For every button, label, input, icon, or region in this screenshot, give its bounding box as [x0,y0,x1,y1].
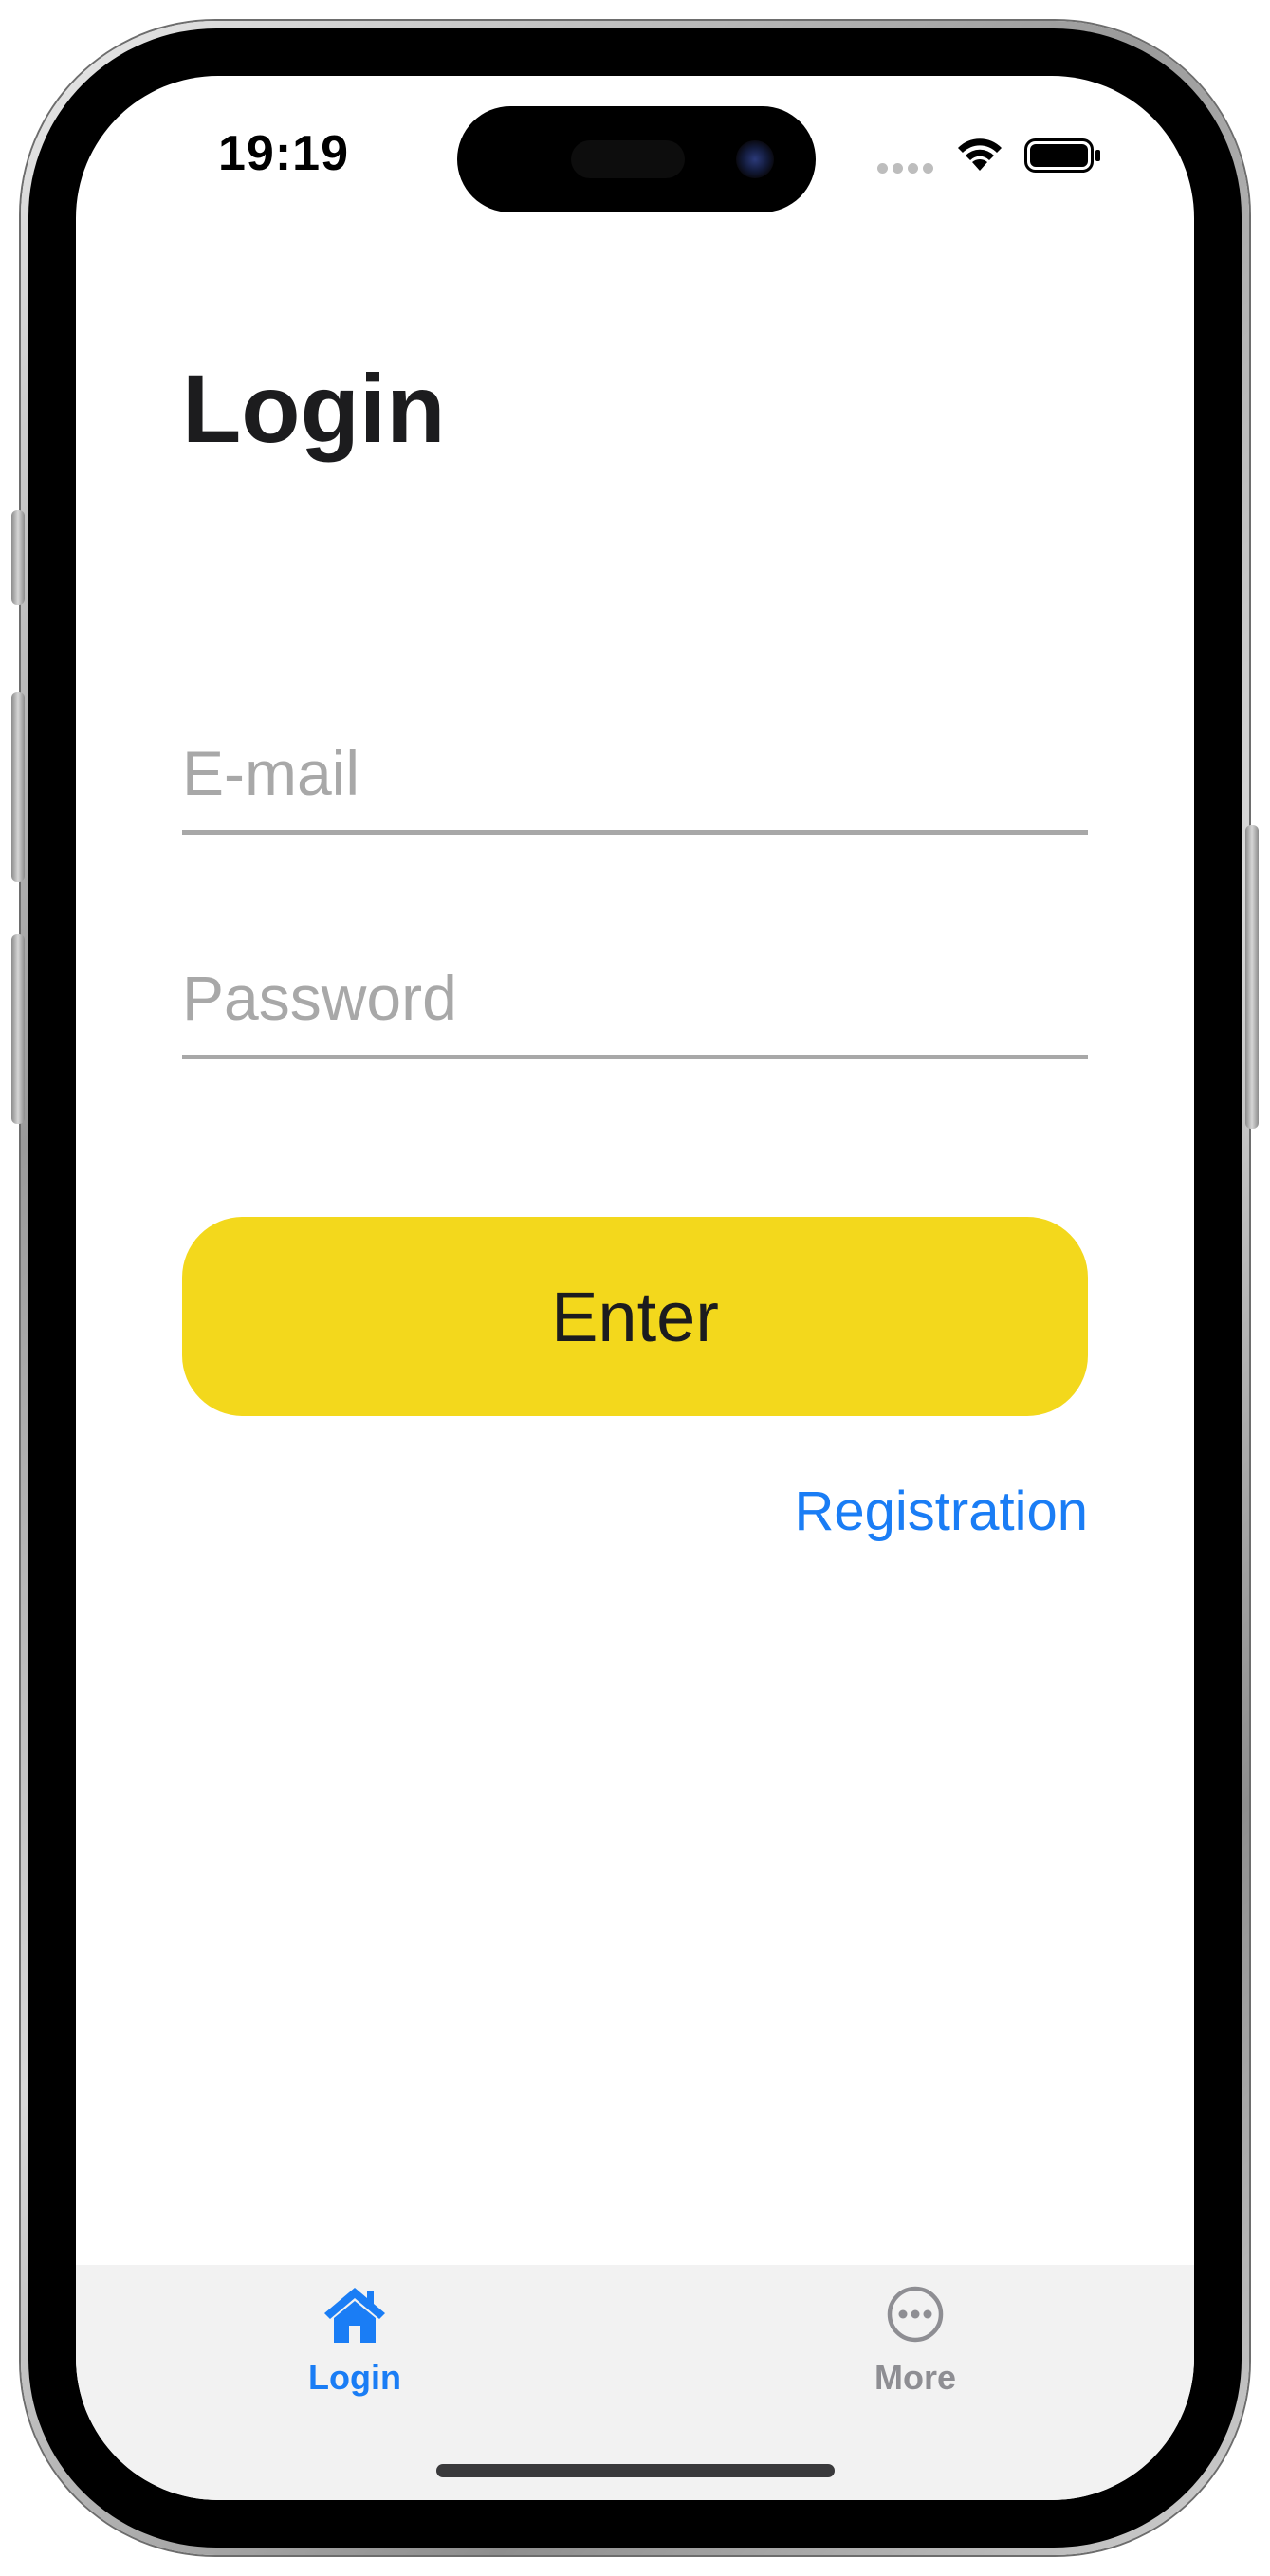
wifi-icon [958,138,1002,171]
enter-button[interactable]: Enter [182,1217,1088,1416]
email-field[interactable] [182,737,1088,809]
house-icon [324,2288,385,2343]
volume-down-button [11,934,25,1124]
action-button [11,510,25,605]
registration-link[interactable]: Registration [795,1480,1088,1543]
face-id-sensor [571,140,685,178]
password-field-container [182,941,1088,1059]
tab-more[interactable]: More [820,2284,1010,2436]
ellipsis-circle-icon [887,2286,944,2343]
tab-login[interactable]: Login [260,2284,450,2436]
volume-up-button [11,692,25,882]
dynamic-island [457,106,816,212]
page-title: Login [182,355,446,463]
screen: 19:19 Login Enter Registration L [76,76,1194,2500]
status-time: 19:19 [218,126,349,181]
email-field-container [182,716,1088,835]
power-button [1245,825,1259,1129]
front-camera-icon [736,140,774,178]
tab-more-label: More [874,2358,956,2397]
cellular-signal-icon [877,163,934,175]
home-indicator[interactable] [436,2464,835,2477]
tab-login-label: Login [308,2358,401,2397]
battery-icon [1024,138,1100,173]
password-field[interactable] [182,962,1088,1034]
